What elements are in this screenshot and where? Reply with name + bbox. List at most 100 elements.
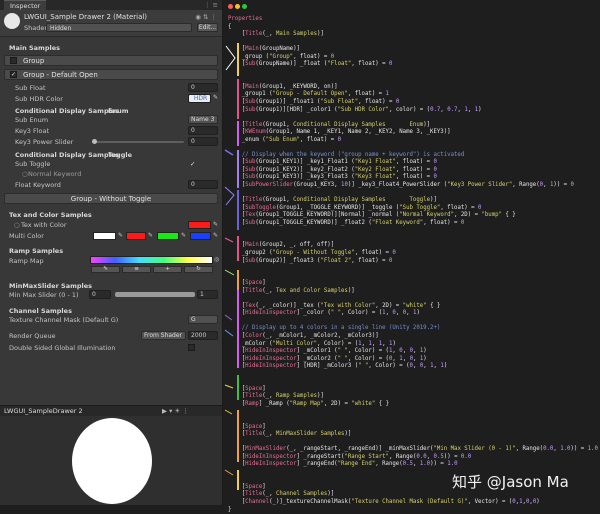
key3-float-field[interactable]: 0	[188, 126, 218, 135]
minmax-samples-label: MinMaxSlider Samples	[9, 282, 93, 290]
shader-edit-button[interactable]: Edit...	[197, 23, 218, 32]
ramp-map-label: Ramp Map	[9, 257, 44, 265]
sub-enum-dropdown[interactable]: Name 3	[188, 115, 218, 124]
sub-float-row: Sub Float 0	[0, 83, 222, 93]
channel-samples-label: Channel Samples	[9, 307, 72, 315]
normal-keyword-row: ○ Normal Keyword	[0, 169, 222, 179]
group-without-toggle-foldout[interactable]: Group - Without Toggle	[4, 193, 218, 204]
cond-samples-toggle-label: Conditional Display Samples	[15, 151, 120, 159]
ramp-target-icon[interactable]: ◎	[214, 257, 220, 263]
multi-color-swatch-white[interactable]	[93, 232, 116, 240]
group-without-toggle-label: Group - Without Toggle	[70, 195, 152, 203]
normal-keyword-radio-icon[interactable]: ○	[22, 170, 28, 178]
sub-toggle-row: Sub Toggle ✓	[0, 159, 222, 169]
tex-color-swatch[interactable]	[188, 221, 211, 229]
group-default-open-label: Group - Default Open	[23, 71, 98, 79]
shader-dropdown[interactable]: Hidden	[46, 23, 192, 32]
channel-mask-label: Texture Channel Mask (Default G)	[9, 316, 119, 324]
sub-float-field[interactable]: 0	[188, 83, 218, 92]
main-samples-header: Main Samples	[0, 43, 222, 53]
eyedropper-icon[interactable]: ✎	[213, 233, 219, 239]
render-queue-row: Render Queue From Shader 2000	[0, 331, 222, 341]
inspector-tab[interactable]: Inspector	[4, 0, 47, 11]
multi-color-swatch-red[interactable]	[126, 232, 146, 240]
key3-power-slider[interactable]	[94, 141, 184, 143]
ramp-map-row: Ramp Map ◎	[0, 256, 222, 266]
float-keyword-row: Float Keyword 0	[0, 180, 222, 190]
ramp-refresh-button[interactable]: ↻	[184, 266, 213, 273]
eyedropper-icon[interactable]: ✎	[118, 233, 124, 239]
cond-samples-toggle-type: Toggle	[108, 151, 132, 159]
multi-color-row: Multi Color ✎ ✎ ✎ ✎	[0, 231, 222, 241]
ramp-add-button[interactable]: +	[153, 266, 182, 273]
double-sided-row: Double Sided Global Illumination	[0, 343, 222, 353]
preview-title: LWGUI_SampleDrawer 2	[4, 407, 83, 415]
ramp-list-button[interactable]: ≡	[122, 266, 151, 273]
sub-float-label: Sub Float	[15, 84, 46, 92]
cond-samples-enum-type: Enum	[108, 107, 129, 115]
group-toggle-checkbox[interactable]	[10, 57, 17, 64]
minmax-slider[interactable]	[115, 292, 195, 297]
preview-sphere	[72, 418, 152, 504]
material-title: LWGUI_Sample Drawer 2 (Material)	[24, 13, 148, 21]
double-sided-label: Double Sided Global Illumination	[9, 344, 116, 352]
ramp-edit-button[interactable]: ✎	[91, 266, 120, 273]
minmax-max-field[interactable]: 1	[197, 290, 218, 299]
preview-play-icon[interactable]: ▶ ▾ ☀ ⋮	[162, 407, 189, 415]
channel-mask-dropdown[interactable]: G	[188, 315, 218, 324]
watermark: 知乎 @Jason Ma	[452, 473, 569, 491]
sub-hdr-label: Sub HDR Color	[15, 95, 63, 103]
sub-enum-row: Sub Enum Name 3	[0, 115, 222, 125]
eyedropper-icon[interactable]: ✎	[148, 233, 154, 239]
channel-mask-row: Texture Channel Mask (Default G) G	[0, 315, 222, 325]
sub-hdr-row: Sub HDR Color HDR ✎	[0, 94, 222, 104]
preview-header: LWGUI_SampleDrawer 2 ▶ ▾ ☀ ⋮	[0, 405, 222, 416]
key3-power-row: Key3 Power Slider 0	[0, 137, 222, 147]
minmax-row: Min Max Slider (0 - 1) 0 1	[0, 290, 222, 300]
main-samples-label: Main Samples	[9, 44, 60, 52]
material-settings-icon[interactable]: ◉ ⇅ ⋮	[195, 13, 217, 21]
group-default-open-foldout[interactable]: ✓ Group - Default Open	[4, 69, 218, 80]
group-foldout[interactable]: Group	[4, 55, 218, 66]
material-header: LWGUI_Sample Drawer 2 (Material) ◉ ⇅ ⋮ S…	[0, 10, 222, 37]
render-queue-field[interactable]: 2000	[188, 331, 218, 340]
eyedropper-icon[interactable]: ✎	[213, 95, 219, 101]
cond-samples-enum-label: Conditional Display Samples	[15, 107, 120, 115]
multi-color-label: Multi Color	[9, 232, 44, 240]
tex-color-header: Tex and Color Samples	[0, 210, 222, 220]
multi-color-swatch-blue[interactable]	[190, 232, 211, 240]
sub-toggle-check-icon[interactable]: ✓	[190, 160, 195, 168]
group-default-open-checkbox[interactable]: ✓	[10, 71, 17, 78]
tex-radio-icon[interactable]: ○	[14, 221, 20, 229]
render-queue-dropdown[interactable]: From Shader	[141, 331, 186, 340]
float-keyword-field[interactable]: 0	[188, 180, 218, 189]
key3-power-label: Key3 Power Slider	[15, 138, 74, 146]
tex-color-samples-label: Tex and Color Samples	[9, 211, 92, 219]
multi-color-swatch-green[interactable]	[157, 232, 179, 240]
minmax-label: Min Max Slider (0 - 1)	[9, 291, 79, 299]
double-sided-checkbox[interactable]	[188, 344, 195, 351]
key3-power-field[interactable]: 0	[188, 137, 218, 146]
shader-label: Shader	[24, 24, 48, 32]
eyedropper-icon[interactable]: ✎	[213, 222, 219, 228]
tab-menu-icon[interactable]: ⋮ ≡	[204, 1, 222, 9]
material-sphere-icon	[4, 13, 20, 29]
key3-float-label: Key3 Float	[15, 127, 50, 135]
eyedropper-icon[interactable]: ✎	[181, 233, 187, 239]
sub-hdr-color-swatch[interactable]: HDR	[188, 94, 211, 103]
ramp-buttons-row: ✎ ≡ + ↻	[0, 266, 222, 276]
ramp-samples-label: Ramp Samples	[9, 247, 64, 255]
normal-keyword-label: Normal Keyword	[28, 170, 82, 178]
minmax-min-field[interactable]: 0	[89, 290, 111, 299]
tex-with-color-row: ○ Tex with Color ✎	[0, 220, 222, 230]
sub-toggle-label: Sub Toggle	[15, 160, 51, 168]
render-queue-label: Render Queue	[9, 332, 56, 340]
float-keyword-label: Float Keyword	[15, 181, 61, 189]
key3-power-thumb[interactable]	[92, 139, 97, 144]
key3-float-row: Key3 Float 0	[0, 126, 222, 136]
sub-enum-label: Sub Enum	[15, 116, 49, 124]
ramp-gradient[interactable]	[90, 256, 213, 264]
shader-code[interactable]: Properties { [Title(_, Main Samples)] [M…	[228, 16, 598, 514]
inspector-tab-bar: Inspector ⋮ ≡	[0, 0, 222, 11]
group-label: Group	[23, 57, 45, 65]
